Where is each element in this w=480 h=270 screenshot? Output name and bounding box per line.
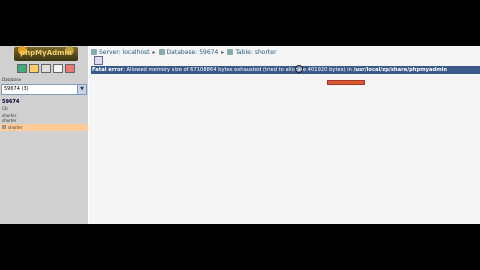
table-icon [227, 49, 234, 55]
breadcrumb-separator: ▸ [221, 48, 225, 56]
structure-icon[interactable] [94, 56, 103, 65]
breadcrumb-database-label: Database: [166, 48, 198, 56]
content-frame: Server: localhost ▸ Database: 59674 ▸ Ta… [89, 46, 480, 224]
breadcrumb-server-label: Server: [99, 48, 121, 56]
table-icon [2, 125, 6, 129]
breadcrumb-database[interactable]: 59674 [199, 49, 218, 56]
browser-viewport: phpMyAdmin Database 59674 (3) ▼ 59674 (3… [0, 46, 480, 224]
table-item-label: shorter [8, 125, 23, 130]
phpmyadmin-logo[interactable]: phpMyAdmin [14, 46, 78, 61]
breadcrumb-server[interactable]: localhost [123, 49, 150, 56]
breadcrumb-table[interactable]: shorter [255, 49, 277, 56]
chevron-down-icon[interactable]: ▼ [77, 85, 86, 94]
error-label: Fatal error [92, 67, 124, 73]
server-icon [91, 49, 97, 55]
docs-icon[interactable] [53, 64, 63, 73]
quick-links [17, 64, 75, 73]
error-path: /usr/local/zp/share/phpmyadmin [353, 67, 448, 73]
database-label: Database [2, 77, 22, 82]
loading-indicator [327, 80, 365, 85]
breadcrumb-table-label: Table: [235, 48, 253, 56]
error-text: Allowed memory size of 67108864 bytes ex… [126, 67, 352, 73]
database-select-value: 59674 (3) [4, 86, 29, 92]
mouse-cursor-icon [295, 65, 303, 73]
sql-icon[interactable] [29, 64, 39, 73]
query-icon[interactable] [41, 64, 51, 73]
breadcrumb: Server: localhost ▸ Database: 59674 ▸ Ta… [91, 48, 276, 56]
home-icon[interactable] [17, 64, 27, 73]
database-name-link[interactable]: 59674 [2, 99, 19, 105]
table-count: (3) [2, 106, 8, 111]
table-item-selected[interactable]: shorter [0, 124, 88, 131]
breadcrumb-separator: ▸ [152, 48, 156, 56]
navigation-frame: phpMyAdmin Database 59674 (3) ▼ 59674 (3… [0, 46, 88, 224]
fatal-error-message: Fatal error: Allowed memory size of 6710… [91, 66, 480, 74]
database-select[interactable]: 59674 (3) ▼ [1, 84, 87, 95]
table-link[interactable]: shorter [2, 118, 16, 123]
database-icon [158, 49, 165, 55]
exit-icon[interactable] [65, 64, 75, 73]
logo-text: phpMyAdmin [20, 49, 72, 57]
